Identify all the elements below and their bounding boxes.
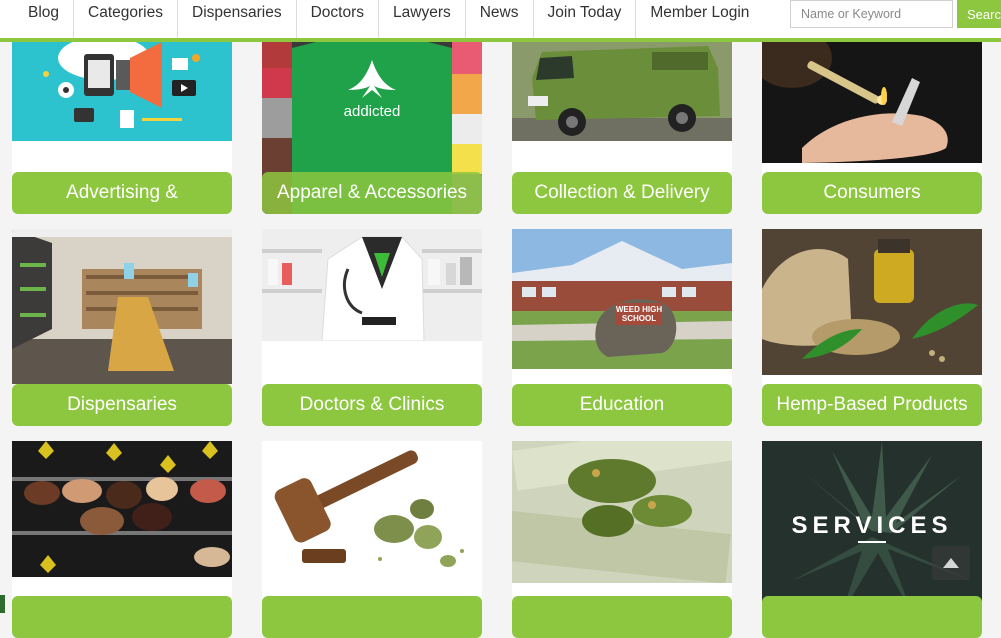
category-card-row3-1[interactable] xyxy=(12,441,232,638)
category-card-hemp-products[interactable]: Hemp-Based Products xyxy=(762,229,982,426)
category-label: Hemp-Based Products xyxy=(762,384,982,426)
nav-item-blog[interactable]: Blog xyxy=(12,0,73,38)
category-card-row3-4[interactable]: SERVICES xyxy=(762,441,982,638)
services-image: SERVICES xyxy=(762,441,982,613)
category-label: Dispensaries xyxy=(12,384,232,426)
gavel-image xyxy=(262,441,482,587)
money-image xyxy=(512,441,732,583)
nav-item-categories[interactable]: Categories xyxy=(73,0,177,38)
nav-item-lawyers[interactable]: Lawyers xyxy=(378,0,465,38)
category-grid: Advertising & addicted Apparel & Accesso… xyxy=(0,0,1001,638)
school-sign-text: WEED HIGH xyxy=(616,305,662,314)
scroll-to-top-button[interactable] xyxy=(932,546,970,580)
nav-item-dispensaries[interactable]: Dispensaries xyxy=(177,0,296,38)
chevron-up-icon xyxy=(943,558,959,568)
svg-text:SCHOOL: SCHOOL xyxy=(622,314,656,323)
category-label: Apparel & Accessories xyxy=(262,172,482,214)
hemp-image xyxy=(762,229,982,375)
category-label xyxy=(262,596,482,638)
nav-item-member-login[interactable]: Member Login xyxy=(635,0,763,38)
nav-item-doctors[interactable]: Doctors xyxy=(295,0,378,38)
doctor-image xyxy=(262,229,482,341)
category-card-consumers[interactable]: Consumers xyxy=(762,38,982,214)
category-label xyxy=(12,596,232,638)
nav-menu: Blog Categories Dispensaries Doctors Law… xyxy=(12,0,763,38)
category-label: Advertising & xyxy=(12,172,232,214)
category-card-collection-delivery[interactable]: Collection & Delivery xyxy=(512,38,732,214)
category-card-row3-3[interactable] xyxy=(512,441,732,638)
category-label xyxy=(762,596,982,638)
tshirt-text: addicted xyxy=(344,103,401,120)
advertising-image xyxy=(12,38,232,141)
edibles-image xyxy=(12,441,232,577)
consumers-image xyxy=(762,38,982,163)
category-card-apparel[interactable]: addicted Apparel & Accessories xyxy=(262,38,482,214)
services-text: SERVICES xyxy=(792,512,953,539)
search-button[interactable]: Search xyxy=(957,0,1001,28)
category-card-advertising[interactable]: Advertising & xyxy=(12,38,232,214)
category-label: Education xyxy=(512,384,732,426)
category-card-dispensaries[interactable]: Dispensaries xyxy=(12,229,232,426)
category-card-doctors-clinics[interactable]: Doctors & Clinics xyxy=(262,229,482,426)
delivery-van-image xyxy=(512,38,732,141)
top-navigation: Blog Categories Dispensaries Doctors Law… xyxy=(0,0,1001,42)
school-image: WEED HIGH SCHOOL xyxy=(512,229,732,369)
nav-item-news[interactable]: News xyxy=(464,0,533,38)
side-tab[interactable] xyxy=(0,595,5,613)
search-input[interactable] xyxy=(790,0,953,28)
nav-item-join-today[interactable]: Join Today xyxy=(532,0,636,38)
category-label xyxy=(512,596,732,638)
category-label: Consumers xyxy=(762,172,982,214)
category-card-education[interactable]: WEED HIGH SCHOOL Education xyxy=(512,229,732,426)
category-label: Collection & Delivery xyxy=(512,172,732,214)
dispensaries-image xyxy=(12,229,232,384)
category-card-row3-2[interactable] xyxy=(262,441,482,638)
category-label: Doctors & Clinics xyxy=(262,384,482,426)
